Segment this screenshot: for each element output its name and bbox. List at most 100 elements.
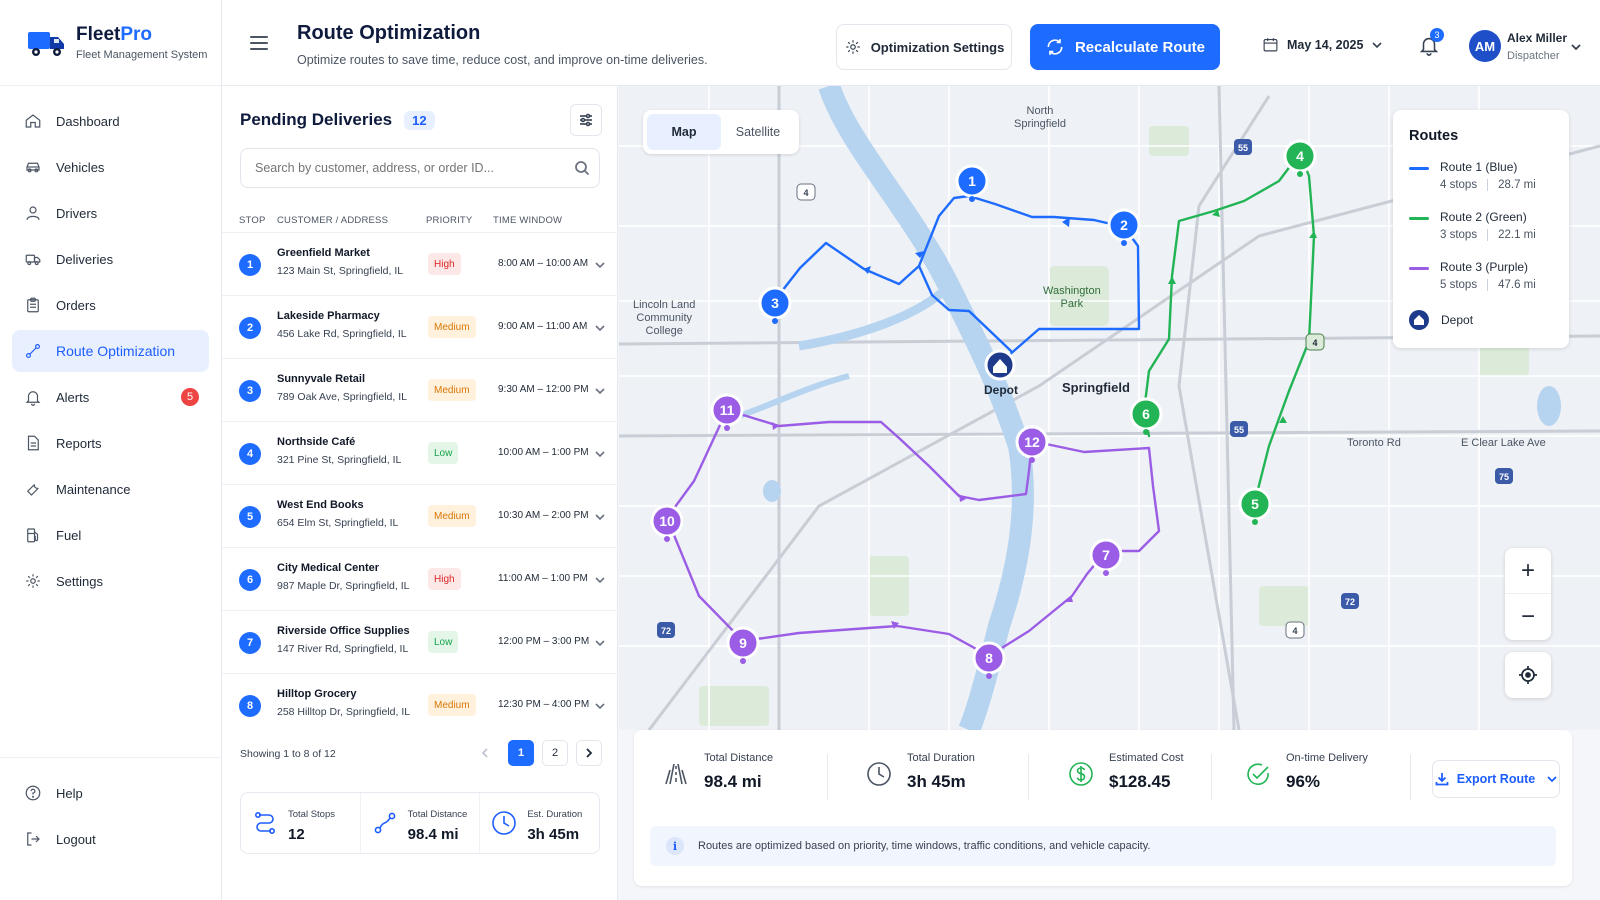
route-1-blue-to-3 (773, 241, 921, 302)
chevron-down-icon[interactable] (595, 701, 605, 711)
sidebar-item-help[interactable]: Help (12, 772, 210, 814)
time-window: 9:30 AM – 12:00 PM (498, 384, 589, 395)
zoom-out-button[interactable]: − (1505, 594, 1551, 640)
satellite-view-button[interactable]: Satellite (721, 114, 795, 150)
svg-text:12: 12 (1024, 434, 1040, 450)
table-row[interactable]: 4 Northside Café 321 Pine St, Springfiel… (222, 421, 618, 484)
stop-marker-5[interactable]: 5 (1238, 487, 1272, 525)
customer-name: City Medical Center (277, 562, 380, 574)
route-meta: 3 stops 22.1 mi (1440, 229, 1536, 242)
chevron-down-icon[interactable] (595, 260, 605, 270)
chevron-down-icon[interactable] (595, 512, 605, 522)
sidebar-item-route-optimization[interactable]: Route Optimization (12, 330, 209, 372)
stop-marker-10[interactable]: 10 (650, 504, 684, 542)
crosshair-icon (1519, 666, 1537, 684)
summary-value: 3h 45m (527, 826, 580, 843)
route-map[interactable]: 4 55 55 4 4 72 72 75 1 2 3 4 5 6 7 8 9 1… (619, 86, 1600, 730)
chevron-down-icon[interactable] (595, 386, 605, 396)
svg-text:4: 4 (1296, 148, 1304, 164)
date-picker[interactable]: May 14, 2025 (1262, 36, 1383, 53)
customer-name: Riverside Office Supplies (277, 625, 410, 637)
stop-number: 4 (239, 443, 261, 465)
sidebar-item-label: Help (56, 785, 83, 801)
sidebar-item-settings[interactable]: Settings (12, 560, 209, 602)
filter-button[interactable] (570, 104, 602, 136)
time-window: 10:00 AM – 1:00 PM (498, 447, 589, 458)
route-icon (374, 812, 396, 834)
alerts-count-badge: 5 (181, 388, 199, 406)
svg-text:9: 9 (739, 635, 747, 651)
prev-page-button[interactable] (472, 740, 498, 766)
route-meta: 5 stops 47.6 mi (1440, 279, 1536, 292)
svg-text:72: 72 (661, 626, 671, 636)
sidebar-item-vehicles[interactable]: Vehicles (12, 146, 209, 188)
map-label-north-springfield: North Springfield (1014, 105, 1066, 130)
column-header-customer: CUSTOMER / ADDRESS (277, 215, 389, 226)
stop-marker-7[interactable]: 7 (1089, 538, 1123, 576)
route-icon (26, 344, 40, 358)
time-window: 10:30 AM – 2:00 PM (498, 510, 589, 521)
refresh-icon (1047, 39, 1063, 55)
next-page-button[interactable] (576, 740, 602, 766)
table-row[interactable]: 2 Lakeside Pharmacy 456 Lake Rd, Springf… (222, 295, 618, 358)
summary-value: 98.4 mi (407, 826, 459, 843)
svg-text:72: 72 (1345, 597, 1355, 607)
chevron-down-icon[interactable] (1570, 41, 1582, 53)
table-row[interactable]: 6 City Medical Center 987 Maple Dr, Spri… (222, 547, 618, 610)
summary-label: Total Stops (288, 809, 335, 820)
sidebar-item-drivers[interactable]: Drivers (12, 192, 209, 234)
sidebar-item-maintenance[interactable]: Maintenance (12, 468, 209, 510)
page-1-button[interactable]: 1 (508, 740, 534, 766)
stop-marker-9[interactable]: 9 (726, 626, 760, 664)
pond (1537, 386, 1561, 426)
legend-depot: Depot (1409, 310, 1473, 330)
notifications-button[interactable]: 3 (1418, 28, 1444, 58)
svg-text:8: 8 (985, 650, 993, 666)
page-2-button[interactable]: 2 (542, 740, 568, 766)
chevron-down-icon[interactable] (595, 638, 605, 648)
sidebar-item-reports[interactable]: Reports (12, 422, 209, 464)
wrench-icon (26, 484, 39, 496)
sidebar-item-dashboard[interactable]: Dashboard (12, 100, 209, 142)
clipboard-icon (27, 297, 39, 313)
priority-badge: Medium (428, 694, 476, 716)
table-row[interactable]: 1 Greenfield Market 123 Main St, Springf… (222, 232, 618, 295)
brand-subtitle: Fleet Management System (76, 49, 208, 61)
sidebar-item-label: Route Optimization (56, 343, 176, 359)
stop-marker-4[interactable]: 4 (1283, 139, 1317, 177)
avatar[interactable]: AM (1469, 30, 1501, 62)
map-view-button[interactable]: Map (647, 114, 721, 150)
document-icon (27, 435, 39, 451)
stop-marker-11[interactable]: 11 (710, 393, 744, 431)
search-input[interactable] (240, 148, 600, 188)
sidebar-item-logout[interactable]: Logout (12, 818, 210, 860)
chevron-down-icon[interactable] (595, 323, 605, 333)
optimization-settings-button[interactable]: Optimization Settings (836, 24, 1012, 70)
brand[interactable]: FleetPro Fleet Management System (0, 0, 221, 86)
menu-toggle-icon[interactable] (250, 36, 268, 50)
stop-marker-3[interactable]: 3 (758, 286, 792, 324)
locate-button[interactable] (1505, 652, 1551, 698)
shield-4: 4 (796, 183, 816, 201)
table-row[interactable]: 3 Sunnyvale Retail 789 Oak Ave, Springfi… (222, 358, 618, 421)
sidebar-item-deliveries[interactable]: Deliveries (12, 238, 209, 280)
check-circle-icon (1247, 763, 1269, 785)
stat-value: $128.45 (1109, 772, 1171, 791)
zoom-in-button[interactable]: + (1505, 548, 1551, 594)
sidebar-item-label: Orders (56, 297, 96, 313)
table-row[interactable]: 7 Riverside Office Supplies 147 River Rd… (222, 610, 618, 673)
recalculate-route-button[interactable]: Recalculate Route (1030, 24, 1220, 70)
table-row[interactable]: 5 West End Books 654 Elm St, Springfield… (222, 484, 618, 547)
stop-marker-6[interactable]: 6 (1129, 397, 1163, 435)
sidebar-item-alerts[interactable]: Alerts 5 (12, 376, 209, 418)
export-route-button[interactable]: Export Route (1432, 760, 1560, 798)
sidebar-item-fuel[interactable]: Fuel (12, 514, 209, 556)
depot-marker[interactable] (984, 349, 1016, 381)
svg-text:11: 11 (720, 402, 735, 418)
map-label-depot: Depot (984, 383, 1018, 397)
sidebar-item-orders[interactable]: Orders (12, 284, 209, 326)
stat-label: Total Distance (704, 752, 774, 764)
table-row[interactable]: 8 Hilltop Grocery 258 Hilltop Dr, Spring… (222, 673, 618, 736)
chevron-down-icon[interactable] (595, 575, 605, 585)
chevron-down-icon[interactable] (595, 449, 605, 459)
